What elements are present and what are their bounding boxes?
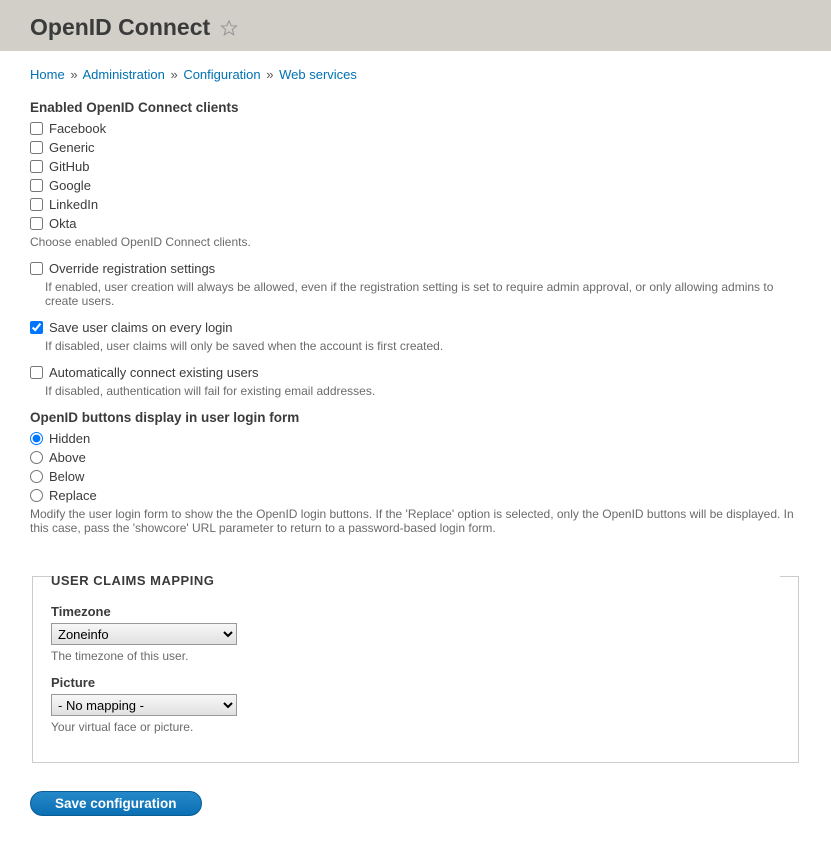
- client-checkbox-facebook[interactable]: [30, 122, 43, 135]
- override-registration-checkbox[interactable]: [30, 262, 43, 275]
- radio-label: Hidden: [49, 431, 90, 446]
- star-icon[interactable]: [220, 19, 238, 37]
- auto-connect-checkbox[interactable]: [30, 366, 43, 379]
- picture-help: Your virtual face or picture.: [51, 720, 780, 734]
- page-title-bar: OpenID Connect: [0, 0, 831, 51]
- page-title: OpenID Connect: [30, 14, 210, 41]
- user-claims-mapping-legend: USER CLAIMS MAPPING: [51, 559, 780, 594]
- breadcrumb-web-services[interactable]: Web services: [279, 67, 357, 82]
- save-claims-help: If disabled, user claims will only be sa…: [45, 339, 801, 353]
- client-label: LinkedIn: [49, 197, 98, 212]
- client-checkbox-linkedin[interactable]: [30, 198, 43, 211]
- buttons-display-help: Modify the user login form to show the t…: [30, 507, 801, 535]
- save-claims-label: Save user claims on every login: [49, 320, 233, 335]
- user-claims-mapping-fieldset: USER CLAIMS MAPPING Timezone Zoneinfo Th…: [32, 559, 799, 763]
- timezone-label: Timezone: [51, 604, 780, 619]
- buttons-display-label: OpenID buttons display in user login for…: [30, 410, 801, 425]
- breadcrumb-administration[interactable]: Administration: [82, 67, 164, 82]
- save-configuration-button[interactable]: Save configuration: [30, 791, 202, 816]
- breadcrumb-configuration[interactable]: Configuration: [183, 67, 260, 82]
- radio-label: Replace: [49, 488, 97, 503]
- radio-label: Above: [49, 450, 86, 465]
- picture-label: Picture: [51, 675, 780, 690]
- auto-connect-label: Automatically connect existing users: [49, 365, 259, 380]
- picture-select[interactable]: - No mapping -: [51, 694, 237, 716]
- client-label: Google: [49, 178, 91, 193]
- client-checkbox-google[interactable]: [30, 179, 43, 192]
- timezone-select[interactable]: Zoneinfo: [51, 623, 237, 645]
- override-registration-label: Override registration settings: [49, 261, 215, 276]
- buttons-display-radio-hidden[interactable]: [30, 432, 43, 445]
- timezone-help: The timezone of this user.: [51, 649, 780, 663]
- radio-label: Below: [49, 469, 84, 484]
- buttons-display-radio-below[interactable]: [30, 470, 43, 483]
- client-checkbox-generic[interactable]: [30, 141, 43, 154]
- client-label: Okta: [49, 216, 76, 231]
- client-checkbox-okta[interactable]: [30, 217, 43, 230]
- enabled-clients-help: Choose enabled OpenID Connect clients.: [30, 235, 801, 249]
- buttons-display-radio-above[interactable]: [30, 451, 43, 464]
- breadcrumb: Home » Administration » Configuration » …: [30, 67, 801, 82]
- client-label: Facebook: [49, 121, 106, 136]
- enabled-clients-label: Enabled OpenID Connect clients: [30, 100, 801, 115]
- override-registration-help: If enabled, user creation will always be…: [45, 280, 801, 308]
- client-checkbox-github[interactable]: [30, 160, 43, 173]
- save-claims-checkbox[interactable]: [30, 321, 43, 334]
- auto-connect-help: If disabled, authentication will fail fo…: [45, 384, 801, 398]
- client-label: Generic: [49, 140, 95, 155]
- client-label: GitHub: [49, 159, 89, 174]
- breadcrumb-home[interactable]: Home: [30, 67, 65, 82]
- buttons-display-radio-replace[interactable]: [30, 489, 43, 502]
